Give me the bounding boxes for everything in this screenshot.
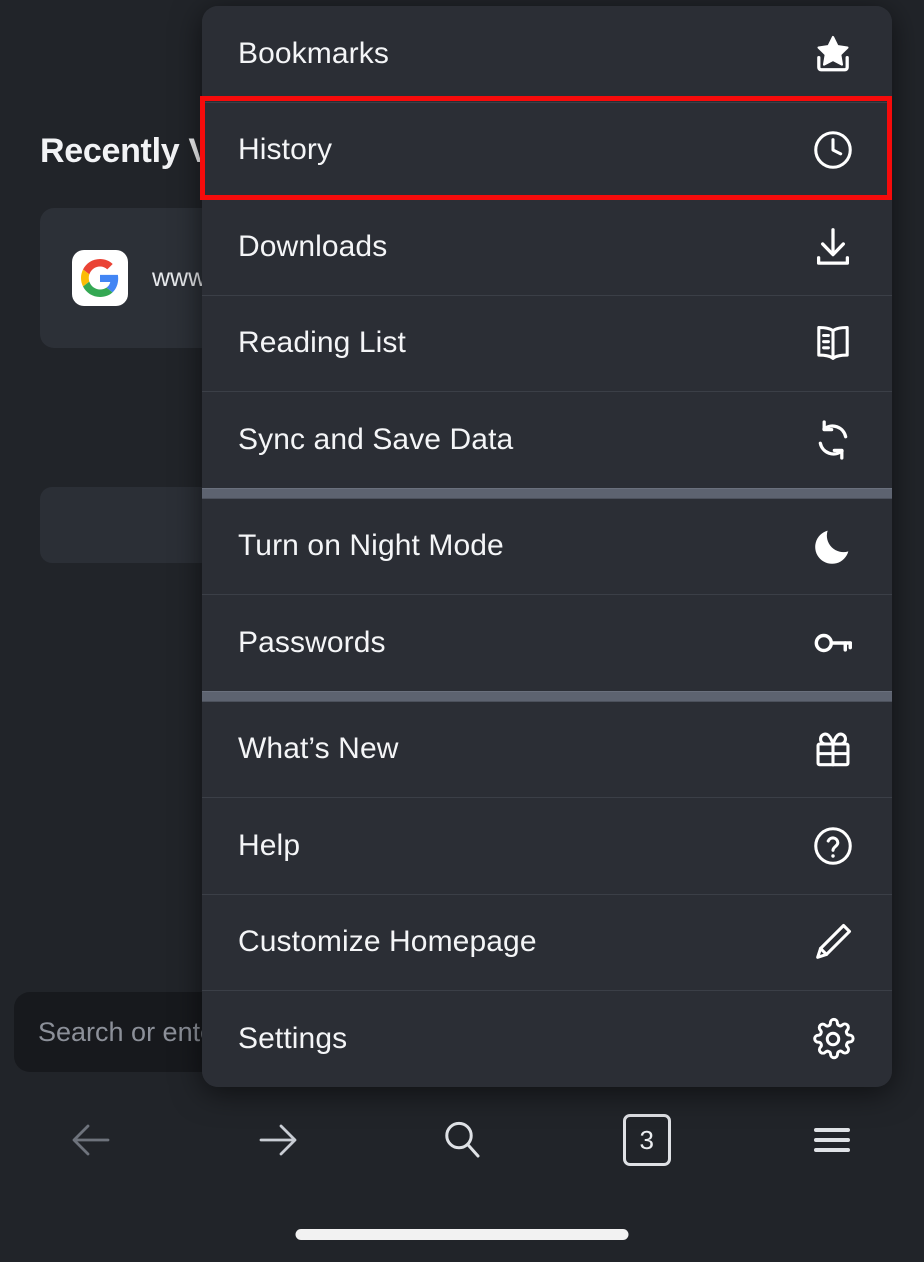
menu-item-label: Bookmarks	[238, 36, 389, 70]
bookmark-star-icon	[810, 31, 856, 77]
menu-item-history[interactable]: History	[202, 102, 892, 198]
moon-icon	[810, 523, 856, 569]
menu-item-label: Customize Homepage	[238, 925, 537, 959]
question-circle-icon	[810, 823, 856, 869]
menu-item-sync-and-save-data[interactable]: Sync and Save Data	[202, 392, 892, 488]
browser-main-menu: Bookmarks History Downloads Reading List…	[202, 6, 892, 1087]
pencil-icon	[810, 919, 856, 965]
menu-item-label: Passwords	[238, 625, 386, 659]
menu-item-passwords[interactable]: Passwords	[202, 595, 892, 691]
back-button[interactable]	[0, 1094, 185, 1186]
forward-button[interactable]	[185, 1094, 370, 1186]
menu-group-separator	[202, 690, 892, 702]
key-icon	[810, 620, 856, 666]
menu-item-downloads[interactable]: Downloads	[202, 199, 892, 295]
menu-item-settings[interactable]: Settings	[202, 991, 892, 1087]
browser-screen: Recently Visited www.google.com Search o…	[0, 0, 924, 1262]
tab-count-icon: 3	[622, 1114, 671, 1166]
download-icon	[810, 224, 856, 270]
open-book-icon	[810, 320, 856, 366]
menu-item-turn-on-night-mode[interactable]: Turn on Night Mode	[202, 498, 892, 594]
clock-icon	[810, 127, 856, 173]
gear-icon	[810, 1016, 856, 1062]
menu-item-reading-list[interactable]: Reading List	[202, 295, 892, 391]
search-icon	[438, 1116, 486, 1164]
search-button[interactable]	[370, 1094, 555, 1186]
menu-item-label: Sync and Save Data	[238, 422, 514, 456]
arrow-right-icon	[253, 1116, 301, 1164]
gift-icon	[810, 726, 856, 772]
hamburger-icon	[808, 1116, 856, 1164]
sync-icon	[810, 417, 856, 463]
menu-button[interactable]	[739, 1094, 924, 1186]
menu-item-label: Downloads	[238, 229, 388, 263]
menu-item-label: Settings	[238, 1021, 348, 1055]
menu-item-label: History	[238, 133, 333, 167]
menu-item-bookmarks[interactable]: Bookmarks	[202, 6, 892, 102]
menu-item-label: What’s New	[238, 732, 399, 766]
menu-item-label: Turn on Night Mode	[238, 529, 504, 563]
menu-item-customize-homepage[interactable]: Customize Homepage	[202, 894, 892, 990]
menu-item-label: Reading List	[238, 326, 406, 360]
menu-group-separator	[202, 487, 892, 499]
tabs-button[interactable]: 3	[554, 1094, 739, 1186]
menu-item-whats-new[interactable]: What’s New	[202, 701, 892, 797]
arrow-left-icon	[68, 1116, 116, 1164]
home-indicator	[295, 1229, 629, 1240]
google-icon	[72, 250, 128, 306]
bottom-toolbar: 3	[0, 1094, 924, 1186]
menu-item-help[interactable]: Help	[202, 798, 892, 894]
menu-item-label: Help	[238, 828, 301, 862]
